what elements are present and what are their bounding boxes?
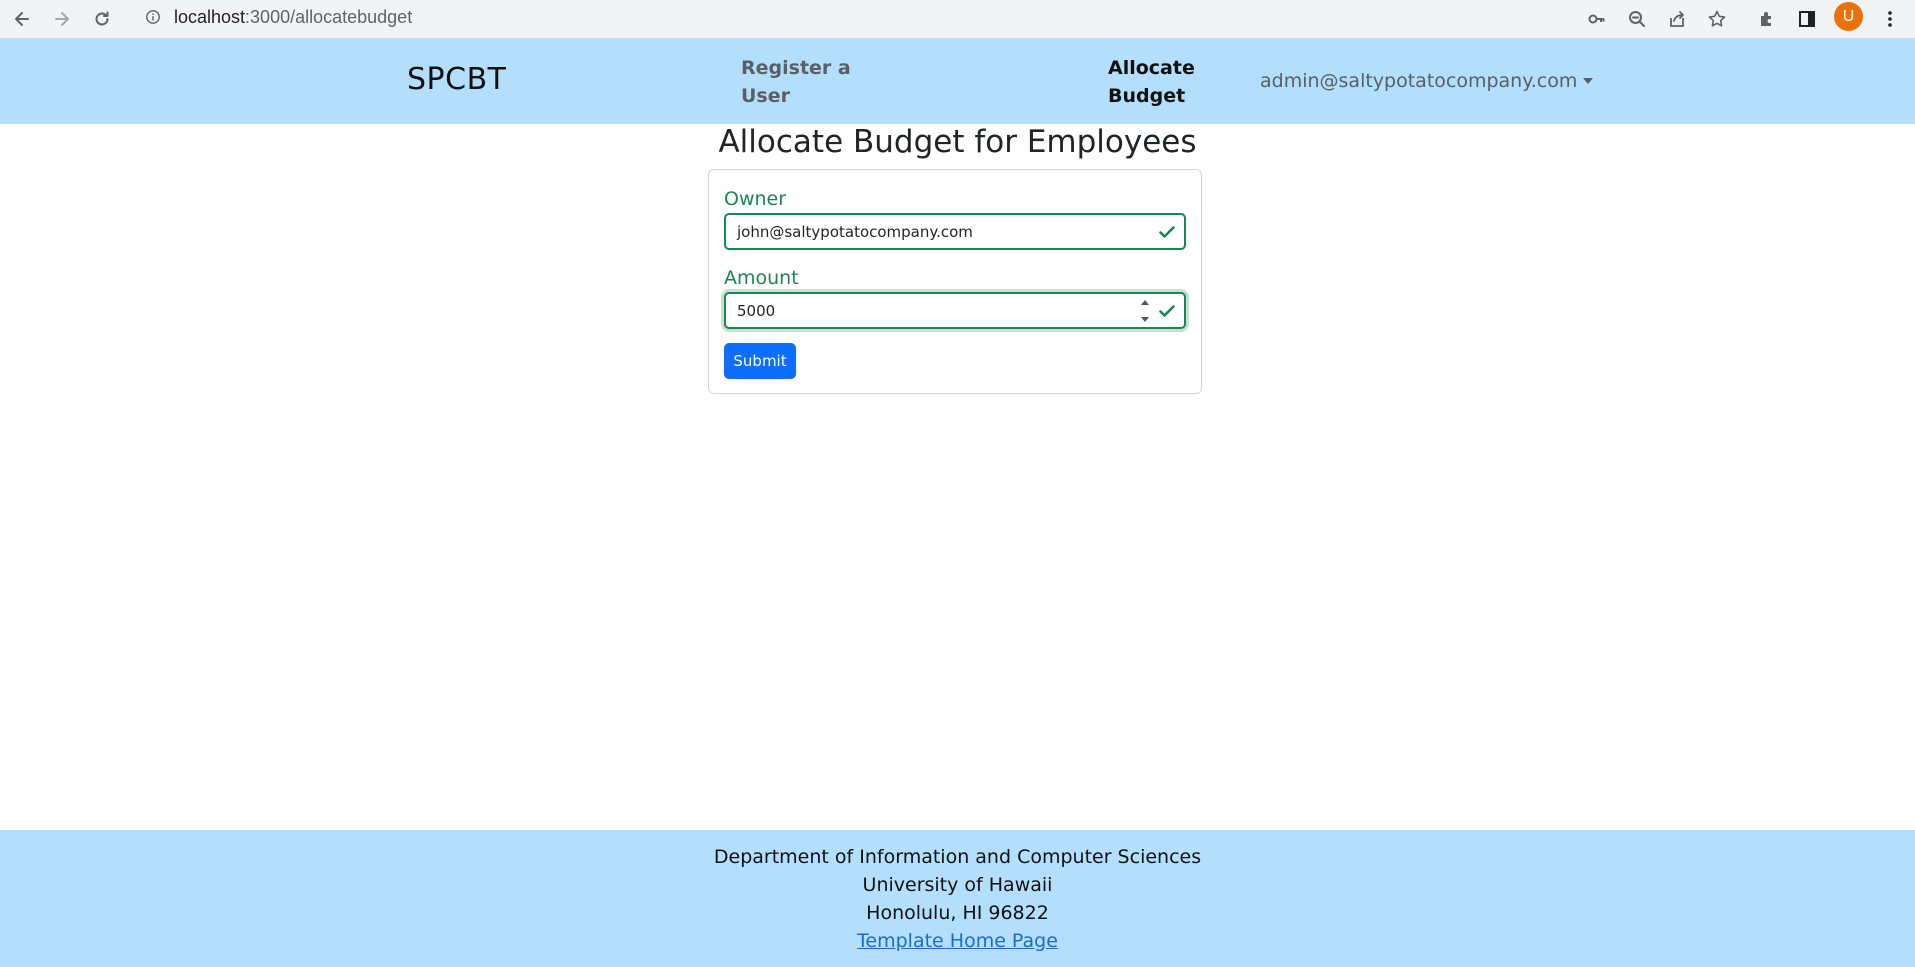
- owner-input[interactable]: john@saltypotatocompany.com: [724, 213, 1186, 250]
- profile-avatar[interactable]: U: [1834, 2, 1863, 31]
- footer-department: Department of Information and Computer S…: [713, 846, 1202, 868]
- spinner-up-icon[interactable]: [1141, 300, 1149, 305]
- key-icon[interactable]: [1582, 4, 1612, 34]
- allocate-budget-form: Owner john@saltypotatocompany.com Amount…: [708, 169, 1202, 394]
- url-path: :3000/allocatebudget: [245, 6, 413, 27]
- sidepanel-icon[interactable]: [1792, 4, 1822, 34]
- url-text: localhost:3000/allocatebudget: [174, 7, 412, 28]
- user-dropdown[interactable]: admin@saltypotatocompany.com: [1260, 70, 1594, 92]
- browser-toolbar: localhost:3000/allocatebudget U: [0, 0, 1915, 38]
- caret-down-icon: [1583, 78, 1594, 84]
- owner-label: Owner: [724, 188, 787, 210]
- footer-address: Honolulu, HI 96822: [866, 902, 1049, 924]
- info-icon[interactable]: [144, 8, 162, 26]
- valid-check-icon: [1159, 305, 1175, 317]
- amount-input[interactable]: 5000: [724, 292, 1186, 329]
- forward-icon[interactable]: [46, 3, 78, 35]
- owner-value: john@saltypotatocompany.com: [737, 222, 973, 241]
- submit-button[interactable]: Submit: [724, 343, 796, 379]
- amount-value: 5000: [737, 301, 776, 320]
- url-host: localhost: [174, 6, 246, 27]
- zoom-icon[interactable]: [1622, 4, 1652, 34]
- page-title: Allocate Budget for Employees: [718, 124, 1197, 160]
- footer-university: University of Hawaii: [862, 874, 1053, 896]
- nav-register-user[interactable]: Register a User: [741, 54, 851, 110]
- menu-icon[interactable]: [1875, 4, 1905, 34]
- address-bar[interactable]: localhost:3000/allocatebudget: [130, 2, 1570, 32]
- nav-allocate-label-line2: Budget: [1108, 85, 1186, 107]
- number-spinner[interactable]: [1140, 300, 1150, 322]
- nav-register-label-line1: Register a: [741, 57, 851, 79]
- nav-allocate-label-line1: Allocate: [1108, 57, 1195, 79]
- nav-register-label-line2: User: [741, 85, 790, 107]
- nav-allocate-budget[interactable]: Allocate Budget: [1108, 54, 1218, 110]
- extensions-icon[interactable]: [1752, 4, 1782, 34]
- valid-check-icon: [1159, 226, 1175, 238]
- amount-label: Amount: [724, 267, 799, 289]
- star-icon[interactable]: [1702, 4, 1732, 34]
- brand-logo[interactable]: SPCBT: [407, 62, 507, 97]
- back-icon[interactable]: [6, 3, 38, 35]
- template-home-link[interactable]: Template Home Page: [857, 930, 1058, 952]
- user-email: admin@saltypotatocompany.com: [1260, 70, 1578, 92]
- footer-link-row: Template Home Page: [0, 930, 1915, 952]
- footer: Department of Information and Computer S…: [0, 830, 1915, 967]
- app-navbar: SPCBT Register a User Allocate Budget ad…: [0, 38, 1915, 124]
- spinner-down-icon[interactable]: [1141, 317, 1149, 322]
- reload-icon[interactable]: [86, 3, 118, 35]
- share-icon[interactable]: [1662, 4, 1692, 34]
